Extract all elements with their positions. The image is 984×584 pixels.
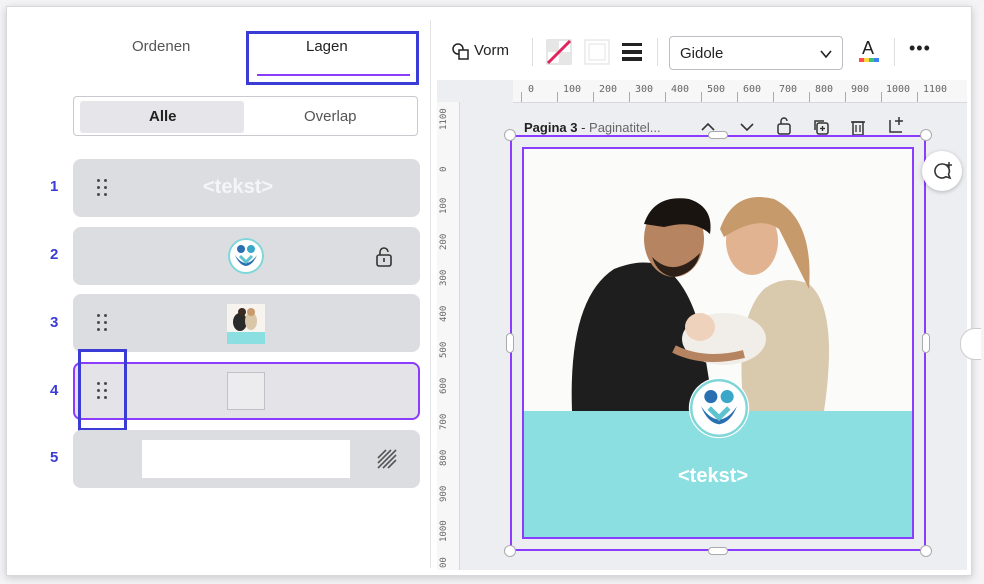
page-title-separator: - [577, 120, 590, 135]
add-page-icon[interactable] [888, 116, 906, 134]
drag-handle-highlight-box [78, 349, 127, 431]
page-header: Pagina 3 - Paginatitel... [524, 120, 661, 135]
lock-icon[interactable] [375, 247, 393, 267]
layer-item-background[interactable] [73, 430, 420, 488]
panel-divider [430, 20, 431, 568]
layer-item-photo[interactable] [73, 294, 420, 352]
layer-number: 1 [50, 178, 59, 195]
comment-button[interactable] [922, 151, 962, 191]
more-options-button[interactable]: ••• [909, 38, 931, 59]
photo-thumbnail-icon [227, 304, 265, 344]
ruler-tick: 00 [439, 557, 449, 568]
layer-item-text[interactable]: <tekst> [73, 159, 420, 217]
design-page[interactable]: <tekst> [522, 147, 914, 539]
ruler-tick: 100 [563, 84, 582, 95]
background-thumbnail [142, 440, 350, 478]
ruler-tick: 100 [439, 197, 449, 214]
toolbar-separator [657, 38, 658, 66]
ruler-tick: 300 [439, 269, 449, 286]
font-family-select[interactable]: Gidole [669, 36, 843, 70]
fill-color-icon[interactable] [546, 39, 572, 65]
empty-shape-thumbnail [227, 372, 265, 410]
vertical-ruler: 1100 0 100 200 300 400 500 600 700 800 9… [437, 102, 460, 570]
layer-number: 2 [50, 246, 59, 263]
layer-number: 4 [50, 382, 59, 399]
ruler-tick: 800 [815, 84, 834, 95]
ruler-tick: 700 [779, 84, 798, 95]
editor-toolbar: Vorm Gidole A ••• [436, 30, 966, 74]
ruler-tick: 700 [439, 413, 449, 430]
font-name: Gidole [680, 45, 724, 62]
resize-handle[interactable] [708, 131, 728, 139]
side-panel-toggle[interactable] [960, 328, 981, 360]
tab-ordenen[interactable]: Ordenen [132, 38, 190, 55]
border-color-icon[interactable] [584, 39, 610, 65]
logo-icon[interactable] [688, 377, 750, 439]
page-title-input[interactable]: Paginatitel... [589, 120, 661, 135]
ruler-tick: 400 [671, 84, 690, 95]
ruler-tick: 500 [707, 84, 726, 95]
resize-handle[interactable] [922, 333, 930, 353]
resize-handle[interactable] [920, 129, 932, 141]
page-text-placeholder[interactable]: <tekst> [678, 465, 748, 488]
layer-number: 3 [50, 314, 59, 331]
tab-highlight-box [246, 31, 419, 85]
horizontal-ruler: 0 100 200 300 400 500 600 700 800 900 10… [513, 80, 967, 103]
chevron-down-icon[interactable] [739, 121, 755, 133]
ruler-tick: 1100 [923, 84, 948, 95]
trash-icon[interactable] [850, 118, 866, 136]
ruler-tick: 900 [439, 485, 449, 502]
ruler-tick: 800 [439, 449, 449, 466]
family-photo[interactable] [524, 149, 914, 411]
ruler-tick: 1000 [439, 520, 449, 542]
ruler-tick: 1100 [439, 108, 449, 130]
logo-icon [228, 238, 264, 274]
ruler-tick: 500 [439, 341, 449, 358]
lock-icon[interactable] [776, 117, 792, 135]
ruler-tick: 600 [743, 84, 762, 95]
shape-icon[interactable] [452, 43, 469, 60]
svg-text:A: A [862, 38, 874, 58]
shape-button[interactable]: Vorm [474, 42, 509, 59]
comment-add-icon [934, 162, 952, 180]
layer-filter: Alle Overlap [73, 96, 418, 136]
ruler-tick: 200 [439, 233, 449, 250]
resize-handle[interactable] [504, 545, 516, 557]
resize-handle[interactable] [708, 547, 728, 555]
layer-item-logo[interactable] [73, 227, 420, 285]
ruler-tick: 600 [439, 377, 449, 394]
ruler-tick: 900 [851, 84, 870, 95]
chevron-down-icon [820, 50, 832, 59]
text-color-icon[interactable]: A [857, 36, 881, 66]
layer-text-preview: <tekst> [203, 176, 274, 198]
resize-handle[interactable] [504, 129, 516, 141]
ruler-tick: 300 [635, 84, 654, 95]
toolbar-separator [532, 38, 533, 66]
ruler-tick: 1000 [886, 84, 911, 95]
ruler-tick: 0 [528, 84, 535, 95]
drag-handle-icon[interactable] [97, 314, 109, 332]
ruler-tick: 400 [439, 305, 449, 322]
transparency-icon[interactable] [376, 448, 398, 470]
filter-overlap[interactable]: Overlap [304, 108, 357, 125]
filter-all[interactable]: Alle [149, 108, 177, 125]
drag-handle-icon[interactable] [97, 179, 109, 197]
duplicate-page-icon[interactable] [812, 118, 830, 136]
ruler-tick: 0 [439, 166, 449, 172]
page-number-label: Pagina 3 [524, 120, 578, 135]
border-style-icon[interactable] [622, 43, 642, 61]
resize-handle[interactable] [920, 545, 932, 557]
toolbar-separator [894, 38, 895, 66]
resize-handle[interactable] [506, 333, 514, 353]
ruler-tick: 200 [599, 84, 618, 95]
layer-number: 5 [50, 449, 59, 466]
